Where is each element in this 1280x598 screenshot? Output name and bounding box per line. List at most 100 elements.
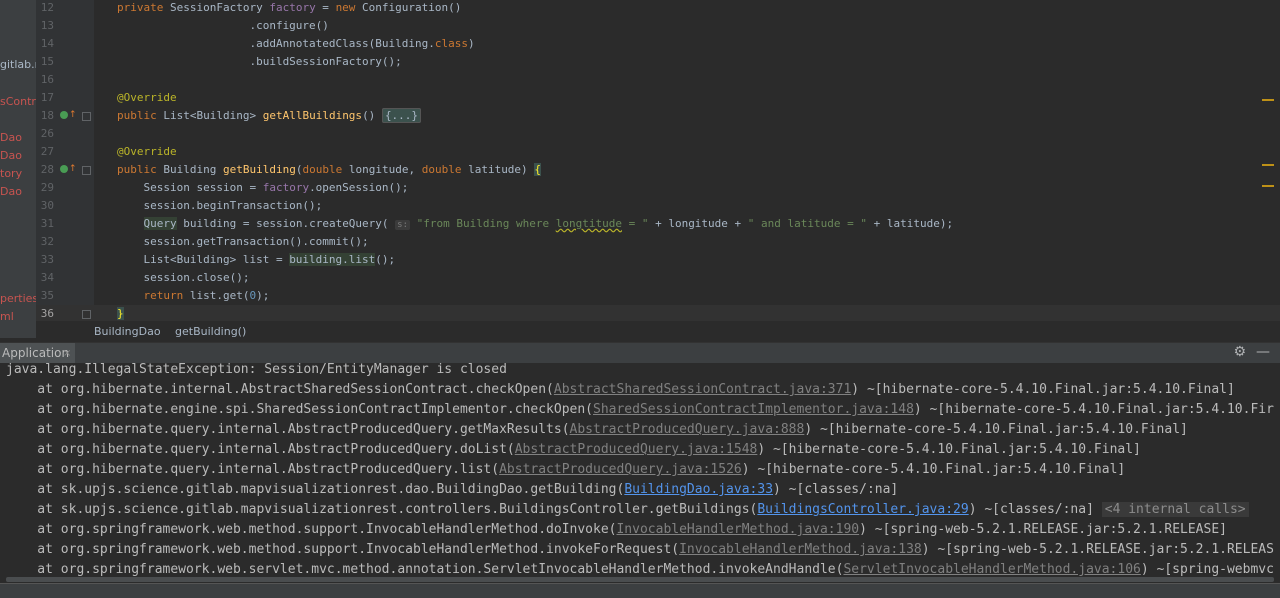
code-line[interactable]: 34 session.close(); bbox=[36, 269, 1280, 287]
code-token: = bbox=[315, 1, 336, 14]
sidebar-item[interactable]: gitlab.m bbox=[0, 58, 36, 71]
console-line: java.lang.IllegalStateException: Session… bbox=[6, 363, 507, 380]
fold-marker-icon[interactable] bbox=[82, 310, 91, 319]
override-arrow-icon[interactable]: ↑ bbox=[69, 164, 77, 174]
code-token: session.getTransaction().commit(); bbox=[117, 235, 369, 248]
code-line[interactable]: 27 @Override bbox=[36, 143, 1280, 161]
warning-stripe[interactable] bbox=[1262, 164, 1274, 166]
breadcrumb-method[interactable]: getBuilding() bbox=[175, 325, 246, 338]
code-token: () bbox=[362, 109, 382, 122]
console-text: ) ~[hibernate-core-5.4.10.Final.jar:5.4.… bbox=[851, 382, 1235, 397]
breadcrumb-class[interactable]: BuildingDao bbox=[94, 325, 161, 338]
code-token: new bbox=[335, 1, 356, 14]
sidebar-item[interactable]: Dao bbox=[0, 131, 22, 144]
code-token: .addAnnotatedClass(Building. bbox=[117, 37, 435, 50]
stacktrace-link[interactable]: AbstractProducedQuery.java:888 bbox=[570, 422, 805, 437]
warning-stripe[interactable] bbox=[1262, 99, 1274, 101]
line-number: 14 bbox=[40, 37, 54, 50]
code-token: SessionFactory bbox=[169, 1, 270, 14]
stacktrace-link[interactable]: ServletInvocableHandlerMethod.java:106 bbox=[843, 562, 1140, 577]
code-text: session.beginTransaction(); bbox=[117, 197, 322, 215]
code-line[interactable]: 30 session.beginTransaction(); bbox=[36, 197, 1280, 215]
code-line[interactable]: 35 return list.get(0); bbox=[36, 287, 1280, 305]
code-text: List<Building> list = building.list(); bbox=[117, 251, 395, 269]
code-line[interactable]: 15 .buildSessionFactory(); bbox=[36, 53, 1280, 71]
line-number: 29 bbox=[40, 181, 54, 194]
code-line[interactable]: 36} bbox=[36, 305, 1280, 320]
code-token: getAllBuildings bbox=[262, 109, 363, 122]
console-line: at org.hibernate.query.internal.Abstract… bbox=[6, 420, 1188, 440]
code-line[interactable]: 33 List<Building> list = building.list()… bbox=[36, 251, 1280, 269]
stacktrace-link[interactable]: InvocableHandlerMethod.java:190 bbox=[616, 522, 859, 537]
code-line[interactable]: 18 ↑ public List<Building> getAllBuildings… bbox=[36, 107, 1280, 125]
stacktrace-link[interactable]: AbstractSharedSessionContract.java:371 bbox=[554, 382, 851, 397]
code-token: longtitude bbox=[555, 217, 622, 230]
stacktrace-link[interactable]: SharedSessionContractImplementor.java:14… bbox=[593, 402, 914, 417]
code-token: ) bbox=[468, 37, 475, 50]
line-number: 18 bbox=[40, 109, 54, 122]
sidebar-item[interactable]: ml bbox=[0, 310, 14, 323]
code-line[interactable]: 16 bbox=[36, 71, 1280, 89]
code-line[interactable]: 17 @Override bbox=[36, 89, 1280, 107]
console-line: at org.hibernate.query.internal.Abstract… bbox=[6, 440, 1141, 460]
code-token: = " bbox=[621, 217, 649, 230]
console-text: ) ~[classes/:na] bbox=[968, 502, 1102, 517]
code-line[interactable]: 26 bbox=[36, 125, 1280, 143]
code-line[interactable]: 28 ↑ public Building getBuilding(double lo… bbox=[36, 161, 1280, 179]
line-number: 26 bbox=[40, 127, 54, 140]
line-number: 27 bbox=[40, 145, 54, 158]
console-horizontal-scrollbar[interactable] bbox=[6, 577, 1274, 582]
stacktrace-link[interactable]: BuildingDao.java:33 bbox=[624, 482, 773, 497]
fold-marker-icon[interactable] bbox=[82, 166, 91, 175]
code-text: } bbox=[117, 305, 124, 320]
code-editor[interactable]: 12 private SessionFactory factory = new C… bbox=[36, 0, 1280, 320]
code-token: List<Building> bbox=[156, 109, 263, 122]
code-token: session.close(); bbox=[117, 271, 250, 284]
run-tool-window-header: Application × ⚙ — bbox=[0, 342, 1280, 366]
code-text: .buildSessionFactory(); bbox=[117, 53, 401, 71]
minimize-icon[interactable]: — bbox=[1256, 344, 1270, 360]
sidebar-item[interactable]: Dao bbox=[0, 185, 22, 198]
warning-stripe[interactable] bbox=[1262, 185, 1274, 187]
code-token: "from Building where bbox=[410, 217, 556, 230]
code-token: double bbox=[421, 163, 462, 176]
code-line[interactable]: 29 Session session = factory.openSession… bbox=[36, 179, 1280, 197]
stacktrace-link[interactable]: AbstractProducedQuery.java:1526 bbox=[499, 462, 742, 477]
code-line[interactable]: 31 Query building = session.createQuery(… bbox=[36, 215, 1280, 233]
stacktrace-link[interactable]: InvocableHandlerMethod.java:138 bbox=[679, 542, 922, 557]
gear-icon[interactable]: ⚙ bbox=[1233, 344, 1246, 360]
stacktrace-link[interactable]: BuildingsController.java:29 bbox=[757, 502, 968, 517]
console-text: at org.hibernate.query.internal.Abstract… bbox=[6, 462, 500, 477]
console-text: at sk.upjs.science.gitlab.mapvisualizati… bbox=[6, 482, 625, 497]
console-text: ) ~[hibernate-core-5.4.10.Final.jar:5.4.… bbox=[741, 462, 1126, 477]
fold-marker-icon[interactable] bbox=[82, 112, 91, 121]
close-icon[interactable]: × bbox=[63, 343, 71, 364]
code-token: return bbox=[143, 289, 184, 302]
code-line[interactable]: 32 session.getTransaction().commit(); bbox=[36, 233, 1280, 251]
project-sidebar[interactable]: gitlab.m sControl Dao Dao tory Dao perties ml bbox=[0, 0, 36, 338]
console-text: java.lang.IllegalStateException: Session… bbox=[6, 363, 507, 377]
console-text: ) ~[hibernate-core-5.4.10.Final.jar:5.4.… bbox=[757, 442, 1141, 457]
sidebar-item[interactable]: sControl bbox=[0, 95, 36, 108]
implements-icon[interactable] bbox=[60, 165, 68, 173]
internal-calls-fold[interactable]: <4 internal calls> bbox=[1101, 502, 1249, 517]
code-token: public bbox=[117, 109, 157, 122]
breadcrumb: BuildingDao getBuilding() bbox=[36, 320, 1280, 341]
stacktrace-link[interactable]: AbstractProducedQuery.java:1548 bbox=[515, 442, 758, 457]
code-line[interactable]: 13 .configure() bbox=[36, 17, 1280, 35]
code-token: + latitude); bbox=[867, 217, 954, 230]
sidebar-item[interactable]: perties bbox=[0, 292, 36, 305]
console-text: at org.springframework.web.method.suppor… bbox=[6, 542, 680, 557]
sidebar-item[interactable]: tory bbox=[0, 167, 22, 180]
implements-icon[interactable] bbox=[60, 111, 68, 119]
line-number: 12 bbox=[40, 1, 54, 14]
console-output[interactable]: java.lang.IllegalStateException: Session… bbox=[0, 363, 1280, 583]
line-number: 31 bbox=[40, 217, 54, 230]
code-line[interactable]: 14 .addAnnotatedClass(Building.class) bbox=[36, 35, 1280, 53]
code-token: } bbox=[117, 307, 124, 320]
console-text: ) ~[hibernate-core-5.4.10.Final.jar:5.4.… bbox=[913, 402, 1274, 417]
override-arrow-icon[interactable]: ↑ bbox=[69, 110, 77, 120]
code-line[interactable]: 12 private SessionFactory factory = new C… bbox=[36, 0, 1280, 17]
sidebar-item[interactable]: Dao bbox=[0, 149, 22, 162]
